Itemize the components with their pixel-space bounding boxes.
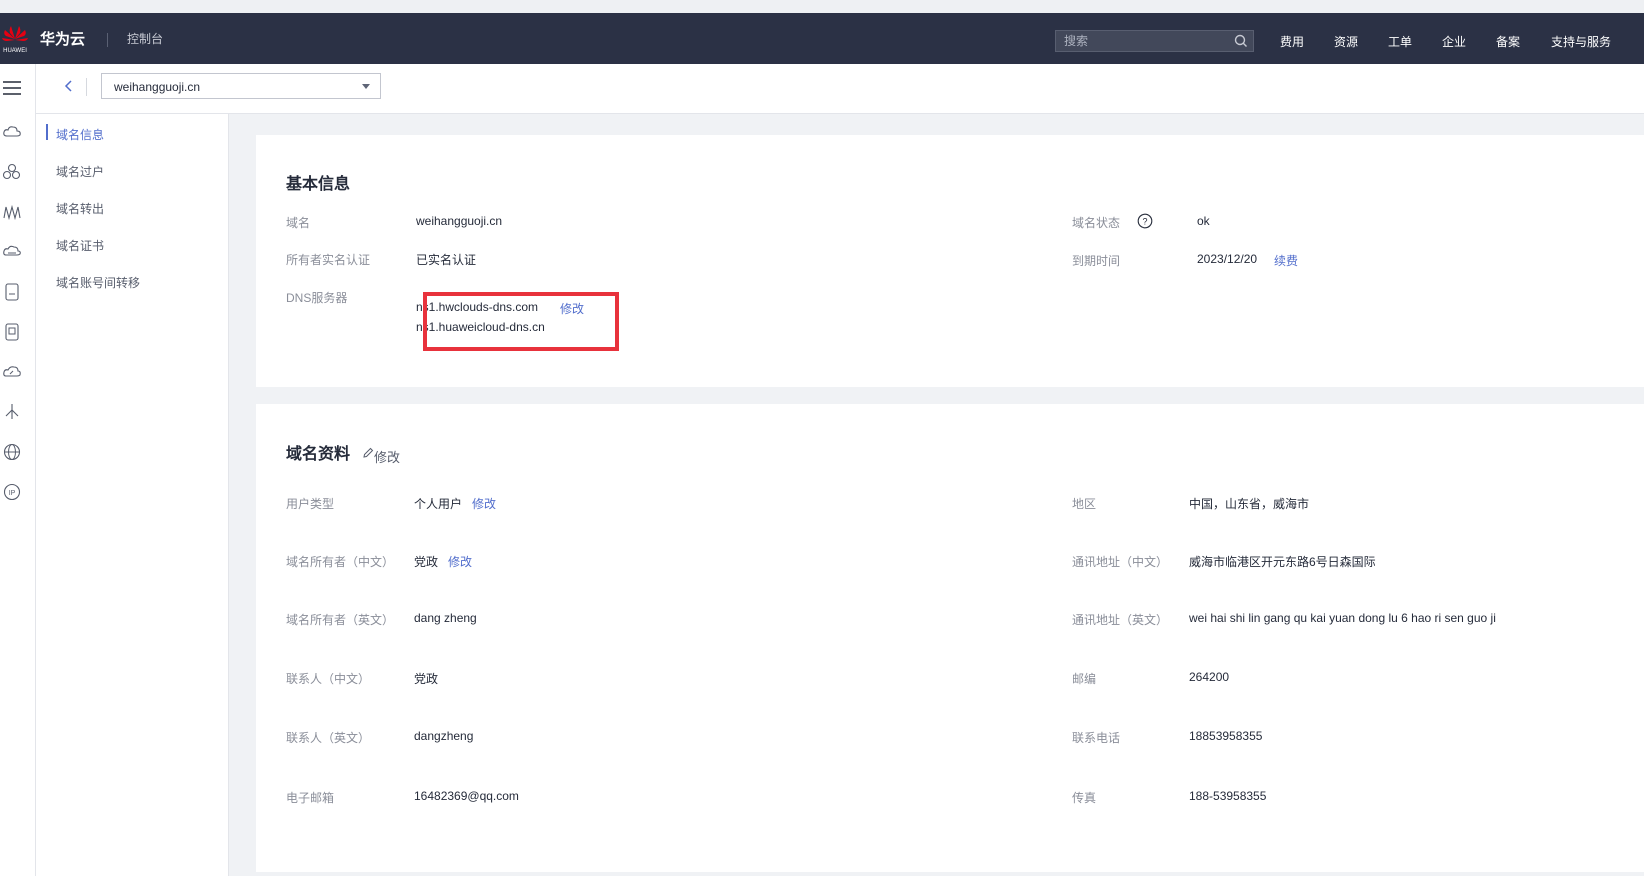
nav-resources[interactable]: 资源 — [1334, 33, 1358, 50]
nav-support[interactable]: 支持与服务 — [1551, 33, 1611, 50]
owner-auth-label: 所有者实名认证 — [286, 253, 371, 267]
database-icon[interactable] — [2, 282, 22, 302]
owner-cn-label: 域名所有者（中文） — [286, 555, 395, 569]
menu-icon[interactable] — [2, 78, 22, 98]
renew-link[interactable]: 续费 — [1274, 252, 1298, 269]
email-label: 电子邮箱 — [286, 791, 335, 805]
profile-edit-link[interactable]: 修改 — [374, 447, 400, 466]
help-icon[interactable]: ? — [1137, 213, 1153, 229]
service-icon-rail: IP — [0, 64, 36, 876]
owner-auth-value: 已实名认证 — [416, 253, 477, 267]
cloud-icon[interactable] — [2, 122, 22, 142]
domain-label: 域名 — [286, 216, 311, 230]
subnav-item-domain-certificate[interactable]: 域名证书 — [56, 237, 104, 254]
edit-pencil-icon[interactable] — [362, 447, 374, 459]
status-value: ok — [1197, 214, 1210, 228]
basic-info-title: 基本信息 — [286, 176, 351, 193]
region-value: 中国，山东省，威海市 — [1189, 497, 1310, 511]
owner-cn-value: 党政 — [414, 555, 439, 569]
globe-icon[interactable] — [2, 442, 22, 462]
user-type-value: 个人用户 — [414, 497, 463, 511]
domain-selector-bar: weihangguoji.cn — [36, 64, 1644, 114]
subnav-item-domain-transfer-out[interactable]: 域名转出 — [56, 200, 104, 217]
storage-cloud-icon[interactable] — [2, 242, 22, 262]
subnav-item-account-transfer[interactable]: 域名账号间转移 — [56, 274, 140, 291]
svg-text:?: ? — [1142, 217, 1147, 227]
svg-text:IP: IP — [9, 490, 16, 497]
deploy-icon[interactable] — [2, 402, 22, 422]
brand-name[interactable]: 华为云 — [40, 28, 85, 49]
owner-en-label: 域名所有者（英文） — [286, 613, 395, 627]
contact-en-value: dangzheng — [414, 729, 474, 743]
domain-select-dropdown[interactable]: weihangguoji.cn — [101, 73, 381, 99]
user-type-edit-link[interactable]: 修改 — [472, 495, 496, 512]
phone-label: 联系电话 — [1072, 731, 1121, 745]
zip-label: 邮编 — [1072, 672, 1097, 686]
cdn-icon[interactable] — [2, 362, 22, 382]
owner-cn-edit-link[interactable]: 修改 — [448, 553, 472, 570]
top-navigation-bar: HUAWEI 华为云 控制台 费用 资源 工单 企业 备案 支持与服务 — [0, 13, 1644, 64]
addr-en-value: wei hai shi lin gang qu kai yuan dong lu… — [1189, 611, 1496, 625]
nav-filing[interactable]: 备案 — [1496, 33, 1520, 50]
email-value: 16482369@qq.com — [414, 789, 519, 803]
search-icon[interactable] — [1234, 34, 1248, 51]
console-link[interactable]: 控制台 — [127, 30, 163, 47]
region-label: 地区 — [1072, 497, 1097, 511]
addr-en-label: 通讯地址（英文） — [1072, 613, 1169, 627]
chevron-down-icon — [362, 84, 370, 89]
fax-label: 传真 — [1072, 791, 1097, 805]
search-box[interactable] — [1055, 30, 1254, 52]
breadcrumb-divider — [86, 78, 87, 96]
owner-en-value: dang zheng — [414, 611, 477, 625]
browser-chrome-strip — [0, 0, 1644, 14]
addr-cn-label: 通讯地址（中文） — [1072, 555, 1169, 569]
dns-label: DNS服务器 — [286, 291, 348, 305]
domain-value: weihangguoji.cn — [416, 214, 503, 228]
huawei-logo[interactable]: HUAWEI — [0, 23, 30, 57]
fax-value: 188-53958355 — [1189, 789, 1267, 803]
expire-value: 2023/12/20 — [1197, 252, 1258, 266]
subnav-item-domain-info[interactable]: 域名信息 — [56, 126, 104, 143]
nav-fees[interactable]: 费用 — [1280, 33, 1304, 50]
nav-enterprise[interactable]: 企业 — [1442, 33, 1466, 50]
nav-tickets[interactable]: 工单 — [1388, 33, 1412, 50]
phone-value: 18853958355 — [1189, 729, 1263, 743]
domain-select-value: weihangguoji.cn — [114, 80, 201, 94]
domain-subnav: 域名信息 域名过户 域名转出 域名证书 域名账号间转移 — [36, 114, 229, 876]
user-type-label: 用户类型 — [286, 497, 335, 511]
contact-en-label: 联系人（英文） — [286, 731, 371, 745]
search-input[interactable] — [1064, 34, 1224, 48]
zip-value: 264200 — [1189, 670, 1230, 684]
monitor-icon[interactable] — [2, 202, 22, 222]
status-label: 域名状态 — [1072, 216, 1121, 230]
subnav-item-domain-transfer-owner[interactable]: 域名过户 — [56, 163, 104, 180]
contact-cn-value: 党政 — [414, 672, 439, 686]
contact-cn-label: 联系人（中文） — [286, 672, 371, 686]
expire-label: 到期时间 — [1072, 254, 1121, 268]
dns-highlight-box — [423, 292, 619, 351]
addr-cn-value: 威海市临港区开元东路6号日森国际 — [1189, 555, 1376, 569]
header-divider — [107, 33, 108, 47]
document-icon[interactable] — [2, 322, 22, 342]
profile-title: 域名资料 — [286, 446, 351, 463]
ip-icon[interactable]: IP — [2, 482, 22, 502]
svg-text:HUAWEI: HUAWEI — [3, 48, 27, 54]
domain-profile-card: 域名资料 修改 用户类型 个人用户 修改 域名所有者（中文） 党政 修改 域名所… — [256, 404, 1644, 872]
network-icon[interactable] — [2, 162, 22, 182]
back-arrow-icon[interactable] — [61, 78, 77, 94]
subnav-active-indicator — [46, 124, 48, 140]
